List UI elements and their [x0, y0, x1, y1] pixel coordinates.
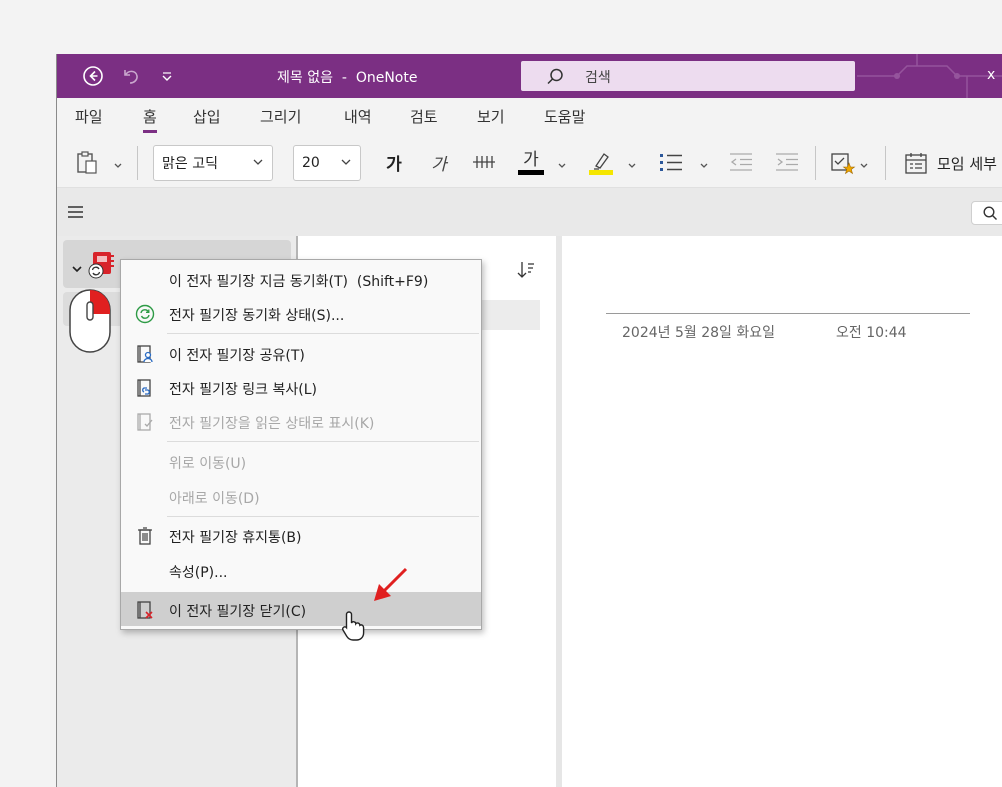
font-name-value: 맑은 고딕: [162, 156, 218, 172]
bullet-list-icon[interactable]: [657, 150, 685, 174]
customize-quick-access-icon[interactable]: [155, 65, 179, 87]
right-click-mouse-icon: [69, 289, 111, 353]
menu-item-close-notebook[interactable]: 이 전자 필기장 닫기(C): [121, 592, 481, 626]
menu-item-copy-link[interactable]: 전자 필기장 링크 복사(L): [121, 370, 481, 404]
menu-bar: 파일 홈 삽입 그리기 내역 검토 보기 도움말: [57, 98, 1002, 136]
user-label: x: [987, 67, 996, 83]
tab-draw[interactable]: 그리기: [260, 106, 301, 127]
back-arrow-circle-icon[interactable]: [81, 65, 105, 87]
menu-item-label: 이 전자 필기장 닫기(C): [169, 604, 307, 620]
notebook-sync-icon: [87, 250, 117, 284]
tag-star-icon[interactable]: [829, 150, 857, 176]
hand-cursor-icon: [341, 611, 365, 641]
menu-item-move-down: 아래로 이동(D): [121, 479, 481, 513]
paste-chevron-down-icon[interactable]: [113, 156, 123, 175]
sync-status-icon: [135, 304, 155, 324]
circuit-decoration-icon: [857, 54, 1002, 98]
meeting-details-button[interactable]: 모임 세부: [937, 153, 997, 174]
tab-file[interactable]: 파일: [75, 106, 103, 127]
increase-indent-icon[interactable]: [773, 150, 801, 174]
italic-button[interactable]: 가: [426, 148, 452, 176]
chevron-down-icon[interactable]: [71, 260, 83, 279]
close-notebook-icon: [135, 600, 155, 620]
menu-item-move-up: 위로 이동(U): [121, 444, 481, 478]
tab-view[interactable]: 보기: [477, 106, 505, 127]
hamburger-menu-icon[interactable]: [67, 204, 85, 224]
font-color-bar: [518, 169, 544, 175]
menu-item-properties[interactable]: 속성(P)...: [121, 553, 481, 587]
font-size-combo[interactable]: 20: [293, 145, 361, 181]
page-search-box[interactable]: [971, 201, 1002, 225]
ribbon-separator: [885, 146, 886, 180]
page-canvas[interactable]: 2024년 5월 28일 화요일 오전 10:44: [562, 236, 1002, 787]
tab-insert[interactable]: 삽입: [193, 106, 221, 127]
ribbon-separator: [815, 146, 816, 180]
navigation-header: [57, 188, 1002, 236]
menu-separator: [167, 333, 479, 334]
bullet-chevron-down-icon[interactable]: [699, 156, 709, 175]
menu-item-label: 이 전자 필기장 지금 동기화(T) (Shift+F9): [169, 274, 429, 290]
paste-icon[interactable]: [75, 150, 99, 176]
tab-history[interactable]: 내역: [344, 106, 372, 127]
annotation-arrow-icon: [374, 567, 408, 601]
highlight-chevron-down-icon[interactable]: [627, 156, 637, 175]
menu-separator: [167, 441, 479, 442]
menu-item-share[interactable]: 이 전자 필기장 공유(T): [121, 336, 481, 370]
menu-item-label: 이 전자 필기장 공유(T): [169, 348, 305, 364]
ribbon-separator: [137, 146, 138, 180]
chevron-down-icon: [340, 156, 352, 172]
highlighter-icon[interactable]: [587, 146, 615, 178]
menu-item-label: 전자 필기장을 읽은 상태로 표시(K): [169, 416, 375, 432]
menu-item-label: 아래로 이동(D): [169, 491, 260, 507]
strikethrough-icon[interactable]: [469, 148, 499, 176]
chevron-down-icon: [252, 156, 264, 172]
tab-help[interactable]: 도움말: [544, 106, 585, 127]
mark-read-icon: [135, 412, 155, 432]
decrease-indent-icon[interactable]: [727, 150, 755, 174]
font-color-glyph: 가: [523, 149, 539, 170]
menu-item-sync-status[interactable]: 전자 필기장 동기화 상태(S)...: [121, 296, 481, 330]
notebook-context-menu: 이 전자 필기장 지금 동기화(T) (Shift+F9) 전자 필기장 동기화…: [120, 259, 482, 630]
tab-home[interactable]: 홈: [143, 106, 157, 133]
font-name-combo[interactable]: 맑은 고딕: [153, 145, 273, 181]
tag-chevron-down-icon[interactable]: [859, 156, 869, 175]
menu-item-label: 속성(P)...: [169, 565, 228, 581]
menu-item-label: 전자 필기장 링크 복사(L): [169, 382, 317, 398]
share-notebook-icon: [135, 344, 155, 364]
window-title: 제목 없음 - OneNote: [277, 70, 418, 86]
search-icon: [545, 67, 565, 91]
font-color-chevron-down-icon[interactable]: [557, 156, 567, 175]
page-time: 오전 10:44: [836, 325, 907, 341]
copy-link-icon: [135, 378, 155, 398]
title-search-box[interactable]: 검색: [521, 61, 855, 91]
undo-icon[interactable]: [119, 65, 143, 87]
menu-separator: [167, 516, 479, 517]
search-icon: [982, 205, 998, 225]
menu-item-recycle-bin[interactable]: 전자 필기장 휴지통(B): [121, 518, 481, 552]
bold-button[interactable]: 가: [381, 148, 407, 176]
menu-item-mark-read: 전자 필기장을 읽은 상태로 표시(K): [121, 404, 481, 438]
font-color-button[interactable]: 가: [517, 146, 545, 178]
highlight-color-bar: [589, 169, 613, 175]
page-date: 2024년 5월 28일 화요일: [622, 325, 775, 341]
font-size-value: 20: [302, 155, 320, 171]
menu-item-sync-now[interactable]: 이 전자 필기장 지금 동기화(T) (Shift+F9): [121, 262, 481, 296]
tab-review[interactable]: 검토: [410, 106, 438, 127]
menu-item-label: 전자 필기장 동기화 상태(S)...: [169, 308, 345, 324]
menu-item-label: 위로 이동(U): [169, 456, 247, 472]
trash-icon: [135, 526, 155, 546]
menu-item-label: 전자 필기장 휴지통(B): [169, 530, 302, 546]
sort-icon[interactable]: [516, 260, 536, 284]
page-title-line[interactable]: [606, 313, 970, 314]
calendar-icon[interactable]: [903, 150, 929, 176]
ribbon-toolbar: 맑은 고딕 20 가 가 가 모임 세부: [57, 136, 1002, 188]
title-bar: 제목 없음 - OneNote 검색 x: [57, 54, 1002, 98]
search-placeholder: 검색: [585, 70, 611, 86]
